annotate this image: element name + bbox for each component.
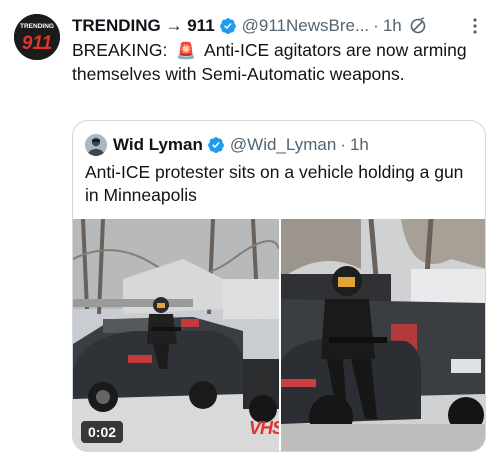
separator: · [373,16,379,35]
separator: · [340,135,346,154]
svg-text:TRENDING: TRENDING [20,23,54,30]
video-duration: 0:02 [81,421,124,443]
video-media[interactable]: 0:02 VHS [73,219,485,451]
display-name[interactable]: TRENDING → 911 [72,16,215,36]
tweet-header: TRENDING → 911 @911NewsBre... · 1h [72,14,490,38]
svg-text:911: 911 [22,33,52,54]
no-reply-icon [409,17,427,35]
verified-badge-icon [219,17,237,35]
tweet[interactable]: TRENDING 911 TRENDING → 911 @911NewsBre.… [0,0,500,462]
video-frame-right[interactable] [281,219,485,451]
breaking-prefix: BREAKING: [72,40,168,60]
more-vertical-icon[interactable] [466,14,484,38]
tweet-text: BREAKING: 🚨 Anti-ICE agitators are now a… [72,39,482,86]
siren-emoji: 🚨 [176,43,197,60]
quote-handle[interactable]: @Wid_Lyman [230,135,336,155]
video-frame-left[interactable]: 0:02 VHS [73,219,279,451]
avatar[interactable]: TRENDING 911 [14,14,60,60]
news-brand-avatar-icon: TRENDING 911 [14,14,60,60]
verified-badge-icon [207,136,225,154]
quote-text: Anti-ICE protester sits on a vehicle hol… [85,162,464,205]
quote-timestamp[interactable]: 1h [350,135,369,155]
quote-display-name[interactable]: Wid Lyman [113,135,203,155]
quote-header: Wid Lyman @Wid_Lyman · 1h [85,133,369,157]
protester-closeup-image [281,219,485,451]
quote-avatar[interactable] [85,134,107,156]
quoted-tweet[interactable]: Wid Lyman @Wid_Lyman · 1h Anti-ICE prote… [72,120,486,452]
timestamp[interactable]: 1h [383,16,402,36]
watermark-logo: VHS [248,418,279,438]
handle[interactable]: @911NewsBre... [242,16,370,36]
